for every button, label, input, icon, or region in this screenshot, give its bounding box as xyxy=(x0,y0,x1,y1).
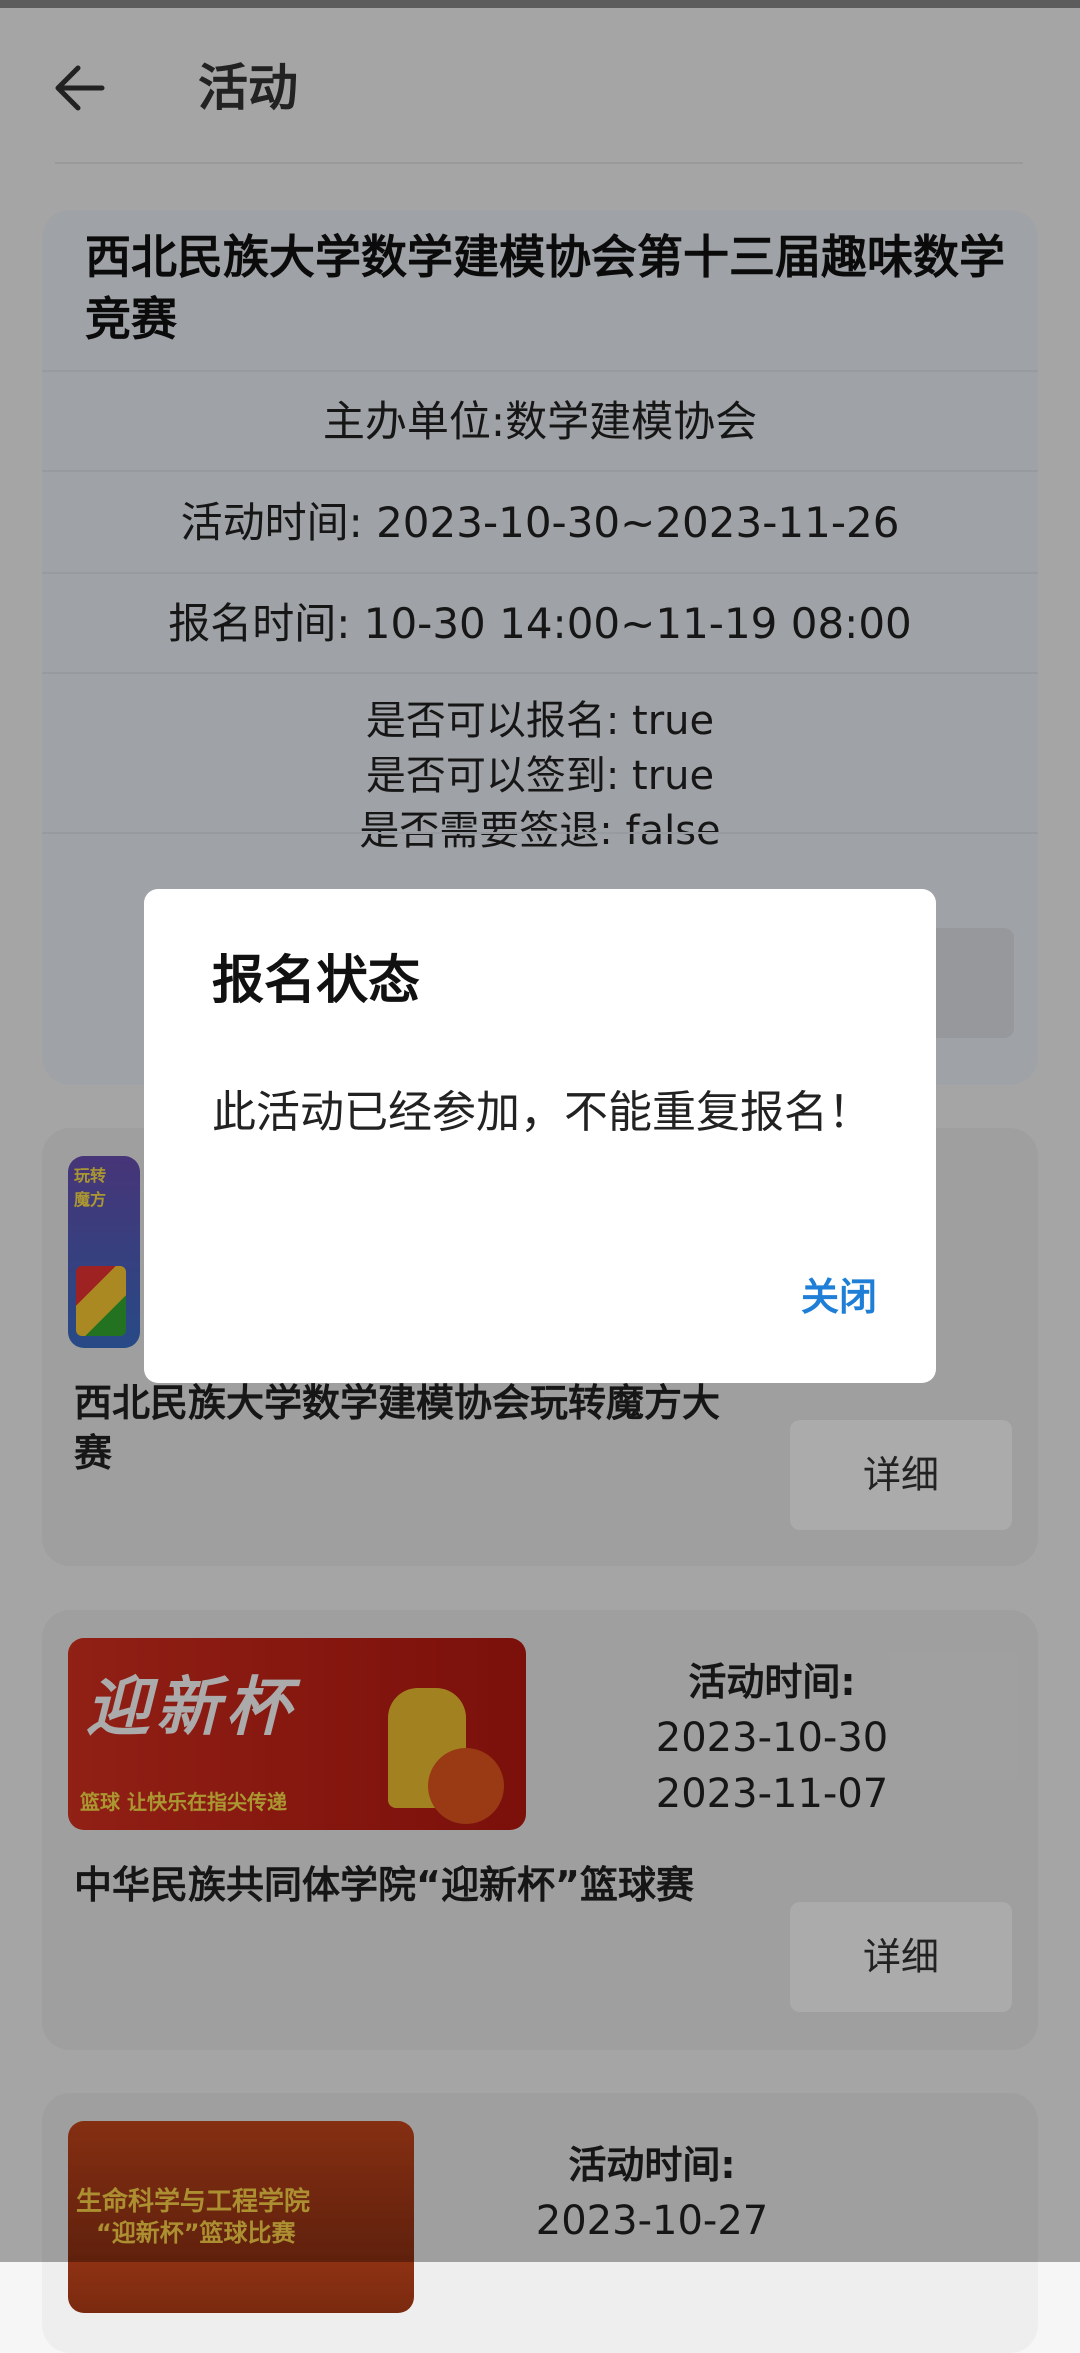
close-button[interactable]: 关闭 xyxy=(784,1261,894,1333)
signup-status-dialog: 报名状态 此活动已经参加，不能重复报名！ 关闭 xyxy=(144,889,936,1383)
dialog-message: 此活动已经参加，不能重复报名！ xyxy=(212,1087,872,1138)
dialog-title: 报名状态 xyxy=(212,951,421,1011)
